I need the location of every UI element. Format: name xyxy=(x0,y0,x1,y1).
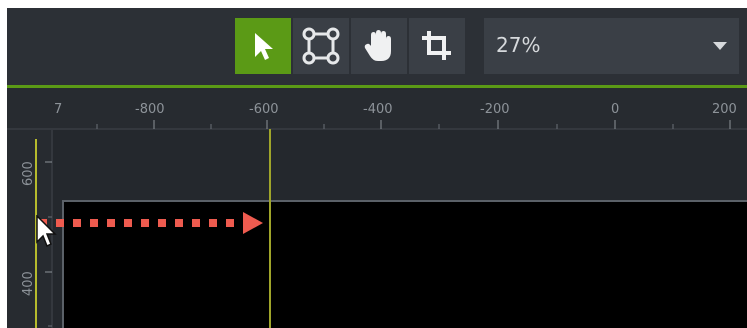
arrow-head xyxy=(243,212,263,234)
arrow-dash xyxy=(141,219,149,227)
ruler-label-x-neg800: -800 xyxy=(135,102,165,117)
arrow-dash xyxy=(90,219,98,227)
ruler-label-x-0: 0 xyxy=(611,102,620,117)
arrow-dash xyxy=(226,219,234,227)
arrow-dash xyxy=(158,219,166,227)
pan-tool-button[interactable] xyxy=(351,18,407,74)
vertical-guide[interactable] xyxy=(269,129,271,328)
arrow-dash xyxy=(56,219,64,227)
ruler-label-x-neg600: -600 xyxy=(249,102,279,117)
ruler-label-y-400: 400 xyxy=(21,271,36,296)
bounding-box-icon xyxy=(302,27,340,65)
ruler-label-x-200: 200 xyxy=(712,102,737,117)
ruler-corner-label: 7 xyxy=(54,102,63,117)
canvas-area[interactable]: 7 -800 -600 -400 -200 0 200 600 400 xyxy=(7,88,747,328)
arrow-dash xyxy=(209,219,217,227)
canvas-toolbar: 27% xyxy=(7,8,747,85)
mouse-cursor-icon xyxy=(36,215,57,248)
zoom-value: 27% xyxy=(496,33,541,57)
arrow-dash xyxy=(73,219,81,227)
ruler-label-y-600: 600 xyxy=(21,161,36,186)
arrow-pointer-icon xyxy=(255,33,273,60)
editor-window: 27% 7 -800 -600 -400 -200 0 200 600 400 xyxy=(7,8,747,328)
arrow-dash xyxy=(107,219,115,227)
arrow-dash xyxy=(175,219,183,227)
hand-icon xyxy=(364,30,391,61)
zoom-dropdown[interactable]: 27% xyxy=(484,18,739,74)
select-tool-button[interactable] xyxy=(235,18,291,74)
crop-icon xyxy=(422,31,451,60)
chevron-down-icon[interactable] xyxy=(713,42,727,50)
arrow-dash xyxy=(124,219,132,227)
edit-points-tool-button[interactable] xyxy=(293,18,349,74)
arrow-dash xyxy=(192,219,200,227)
crop-tool-button[interactable] xyxy=(409,18,465,74)
tool-group xyxy=(235,18,465,74)
ruler-label-x-neg200: -200 xyxy=(480,102,510,117)
ruler-label-x-neg400: -400 xyxy=(363,102,393,117)
